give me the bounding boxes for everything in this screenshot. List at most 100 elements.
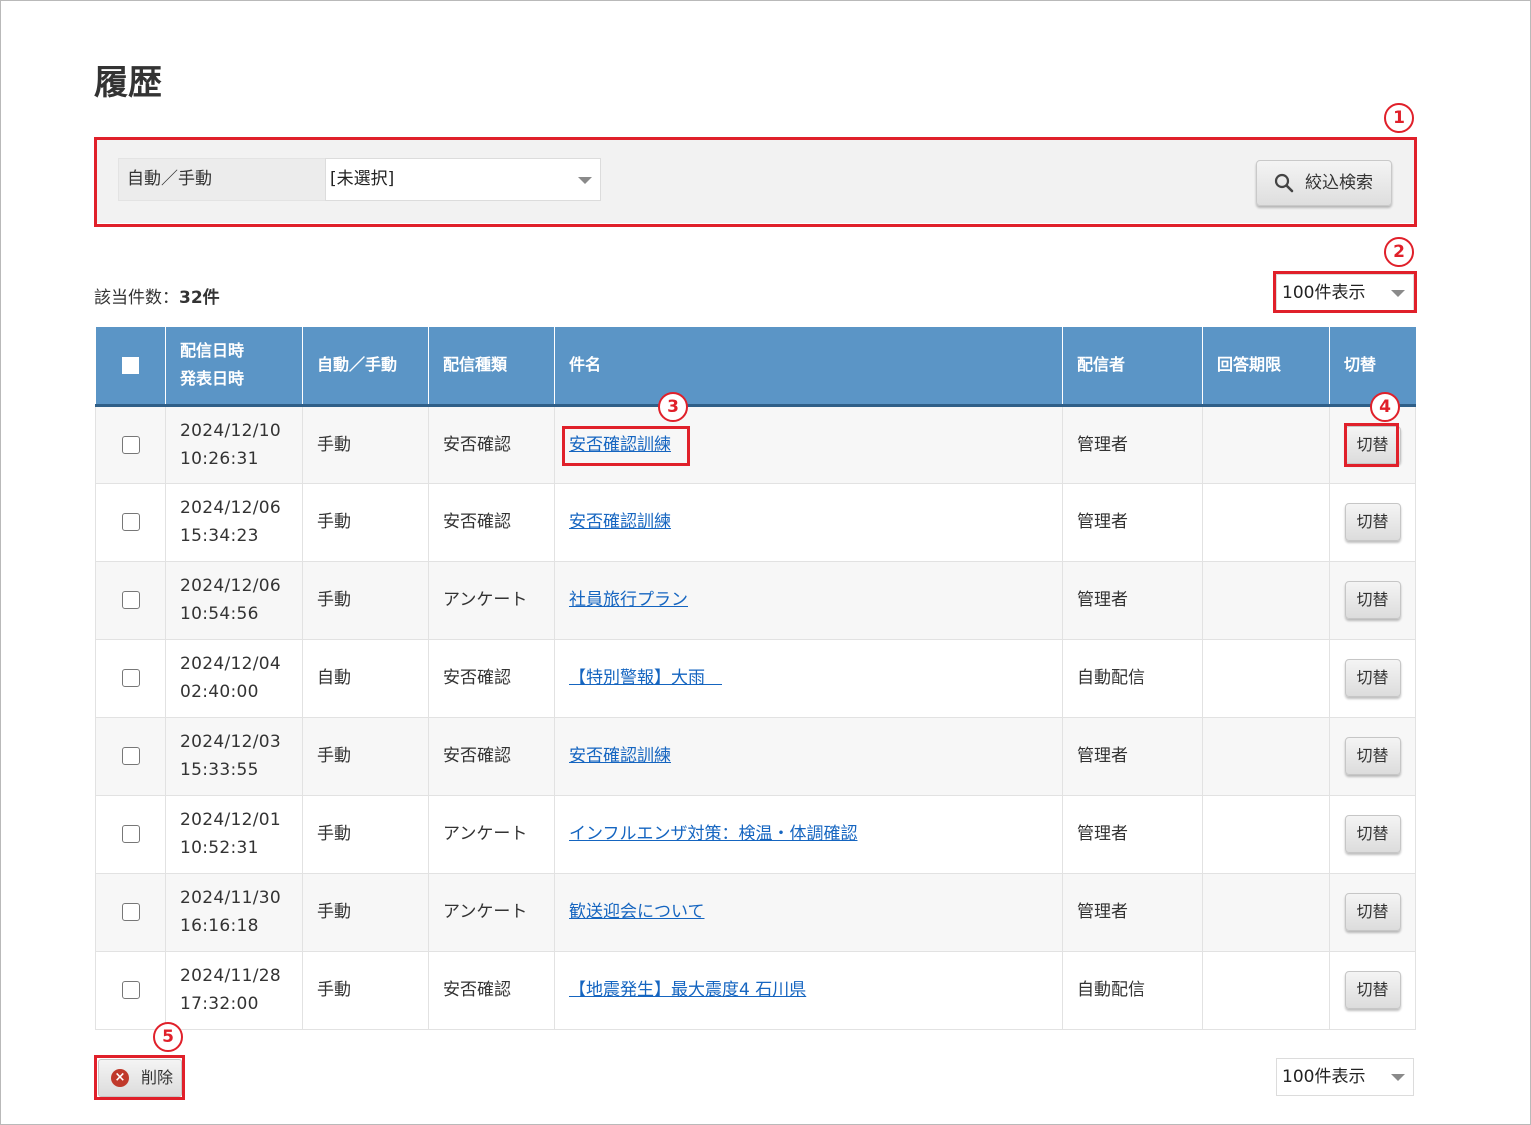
switch-button[interactable]: 切替	[1344, 503, 1401, 541]
per-page-select-top[interactable]: 100件表示	[1276, 274, 1414, 312]
header-mode: 自動／手動	[302, 327, 429, 407]
header-sender: 配信者	[1062, 327, 1203, 407]
annotation-number-4: 4	[1370, 392, 1400, 422]
result-count: 該当件数：32件	[94, 283, 220, 308]
select-all-checkbox[interactable]	[121, 357, 139, 375]
row-datetime: 2024/12/03 15:33:55	[165, 717, 303, 796]
close-circle-icon: ×	[111, 1069, 129, 1087]
switch-button[interactable]: 切替	[1344, 581, 1401, 619]
row-date: 2024/12/06	[180, 576, 281, 596]
row-checkbox[interactable]	[121, 747, 140, 765]
filter-mode-select[interactable]: [未選択]	[325, 158, 601, 201]
row-deadline	[1202, 717, 1330, 796]
filter-mode-value: [未選択]	[330, 169, 395, 189]
row-time: 16:16:18	[180, 916, 259, 936]
row-type: アンケート	[428, 873, 555, 952]
chevron-down-icon	[1391, 1074, 1405, 1081]
row-type: アンケート	[428, 795, 555, 874]
select-all-cell	[95, 327, 166, 407]
row-sender: 管理者	[1062, 795, 1203, 874]
row-time: 10:54:56	[180, 604, 259, 624]
row-subject-link[interactable]: 安否確認訓練	[569, 435, 671, 455]
header-datetime: 配信日時 発表日時	[165, 327, 303, 407]
row-checkbox[interactable]	[121, 903, 140, 921]
table-row: 2024/12/06 10:54:56 手動 アンケート 社員旅行プラン 管理者 …	[95, 561, 1416, 640]
row-datetime: 2024/11/28 17:32:00	[165, 951, 303, 1030]
switch-button[interactable]: 切替	[1344, 815, 1401, 853]
row-checkbox[interactable]	[121, 669, 140, 687]
row-datetime: 2024/12/01 10:52:31	[165, 795, 303, 874]
row-mode: 手動	[302, 795, 429, 874]
row-datetime: 2024/12/06 10:54:56	[165, 561, 303, 640]
header-subject: 件名	[554, 327, 1063, 407]
filter-panel: 自動／手動 [未選択] 絞込検索	[97, 140, 1414, 223]
delete-button[interactable]: × 削除	[98, 1059, 182, 1097]
row-sender: 管理者	[1062, 483, 1203, 562]
header-deadline: 回答期限	[1202, 327, 1330, 407]
row-time: 10:26:31	[180, 448, 259, 469]
per-page-value-bottom: 100件表示	[1282, 1067, 1366, 1087]
table-row: 2024/12/04 02:40:00 自動 安否確認 【特別警報】大雨 自動配信…	[95, 639, 1416, 718]
row-type: 安否確認	[428, 405, 555, 484]
header-type: 配信種類	[428, 327, 555, 407]
row-checkbox[interactable]	[121, 981, 140, 999]
per-page-value-top: 100件表示	[1282, 283, 1366, 303]
row-deadline	[1202, 483, 1330, 562]
row-date: 2024/12/06	[180, 498, 281, 518]
row-subject-link[interactable]: 【特別警報】大雨	[569, 668, 722, 688]
row-datetime: 2024/11/30 16:16:18	[165, 873, 303, 952]
row-checkbox[interactable]	[121, 513, 140, 531]
row-time: 15:33:55	[180, 760, 259, 780]
annotation-number-5: 5	[153, 1022, 183, 1052]
table-row: 2024/12/01 10:52:31 手動 アンケート インフルエンザ対策：検温…	[95, 795, 1416, 874]
header-datetime-line1: 配信日時	[180, 341, 245, 361]
row-time: 02:40:00	[180, 682, 259, 702]
row-checkbox[interactable]	[121, 825, 140, 843]
chevron-down-icon	[578, 177, 592, 184]
table-row: 2024/11/28 17:32:00 手動 安否確認 【地震発生】最大震度4 石…	[95, 951, 1416, 1030]
row-datetime: 2024/12/04 02:40:00	[165, 639, 303, 718]
row-deadline	[1202, 639, 1330, 718]
row-checkbox[interactable]	[121, 435, 140, 454]
row-subject-link[interactable]: 安否確認訓練	[569, 512, 671, 532]
table-row: 2024/11/30 16:16:18 手動 アンケート 歓送迎会について 管理者…	[95, 873, 1416, 952]
row-mode: 手動	[302, 717, 429, 796]
row-time: 17:32:00	[180, 994, 259, 1014]
header-switch: 切替	[1329, 327, 1416, 407]
annotation-number-1: 1	[1384, 103, 1414, 133]
table-row: 2024/12/10 10:26:31 手動 安否確認 安否確認訓練 管理者 切替	[95, 405, 1416, 484]
row-subject-link[interactable]: 歓送迎会について	[569, 902, 705, 922]
row-sender: 管理者	[1062, 717, 1203, 796]
per-page-select-bottom[interactable]: 100件表示	[1276, 1058, 1414, 1096]
row-checkbox[interactable]	[121, 591, 140, 609]
row-subject-link[interactable]: 安否確認訓練	[569, 746, 671, 766]
filter-search-button[interactable]: 絞込検索	[1256, 160, 1392, 206]
row-deadline	[1202, 795, 1330, 874]
history-table: 配信日時発表日時 自動／手動 配信種類 件名 配信者 回答期限 切替 2024/…	[95, 327, 1416, 1030]
delete-button-label: 削除	[141, 1068, 174, 1087]
row-mode: 手動	[302, 405, 429, 484]
row-date: 2024/12/01	[180, 810, 281, 830]
switch-button[interactable]: 切替	[1344, 659, 1401, 697]
row-date: 2024/12/10	[180, 420, 281, 441]
switch-button[interactable]: 切替	[1344, 971, 1401, 1009]
row-mode: 手動	[302, 951, 429, 1030]
switch-button[interactable]: 切替	[1344, 425, 1401, 464]
switch-button[interactable]: 切替	[1344, 737, 1401, 775]
table-row: 2024/12/06 15:34:23 手動 安否確認 安否確認訓練 管理者 切替	[95, 483, 1416, 562]
row-deadline	[1202, 405, 1330, 484]
row-subject-link[interactable]: 社員旅行プラン	[569, 590, 688, 610]
header-datetime-line2: 発表日時	[180, 369, 245, 389]
row-type: 安否確認	[428, 483, 555, 562]
row-date: 2024/11/28	[180, 966, 281, 986]
row-subject-link[interactable]: 【地震発生】最大震度4 石川県	[569, 980, 806, 1000]
row-type: アンケート	[428, 561, 555, 640]
row-deadline	[1202, 561, 1330, 640]
row-date: 2024/12/03	[180, 732, 281, 752]
annotation-number-2: 2	[1384, 237, 1414, 267]
row-time: 15:34:23	[180, 526, 259, 546]
row-subject-link[interactable]: インフルエンザ対策：検温・体調確認	[569, 824, 858, 844]
result-count-label: 該当件数：	[94, 288, 179, 308]
switch-button[interactable]: 切替	[1344, 893, 1401, 931]
row-mode: 手動	[302, 483, 429, 562]
